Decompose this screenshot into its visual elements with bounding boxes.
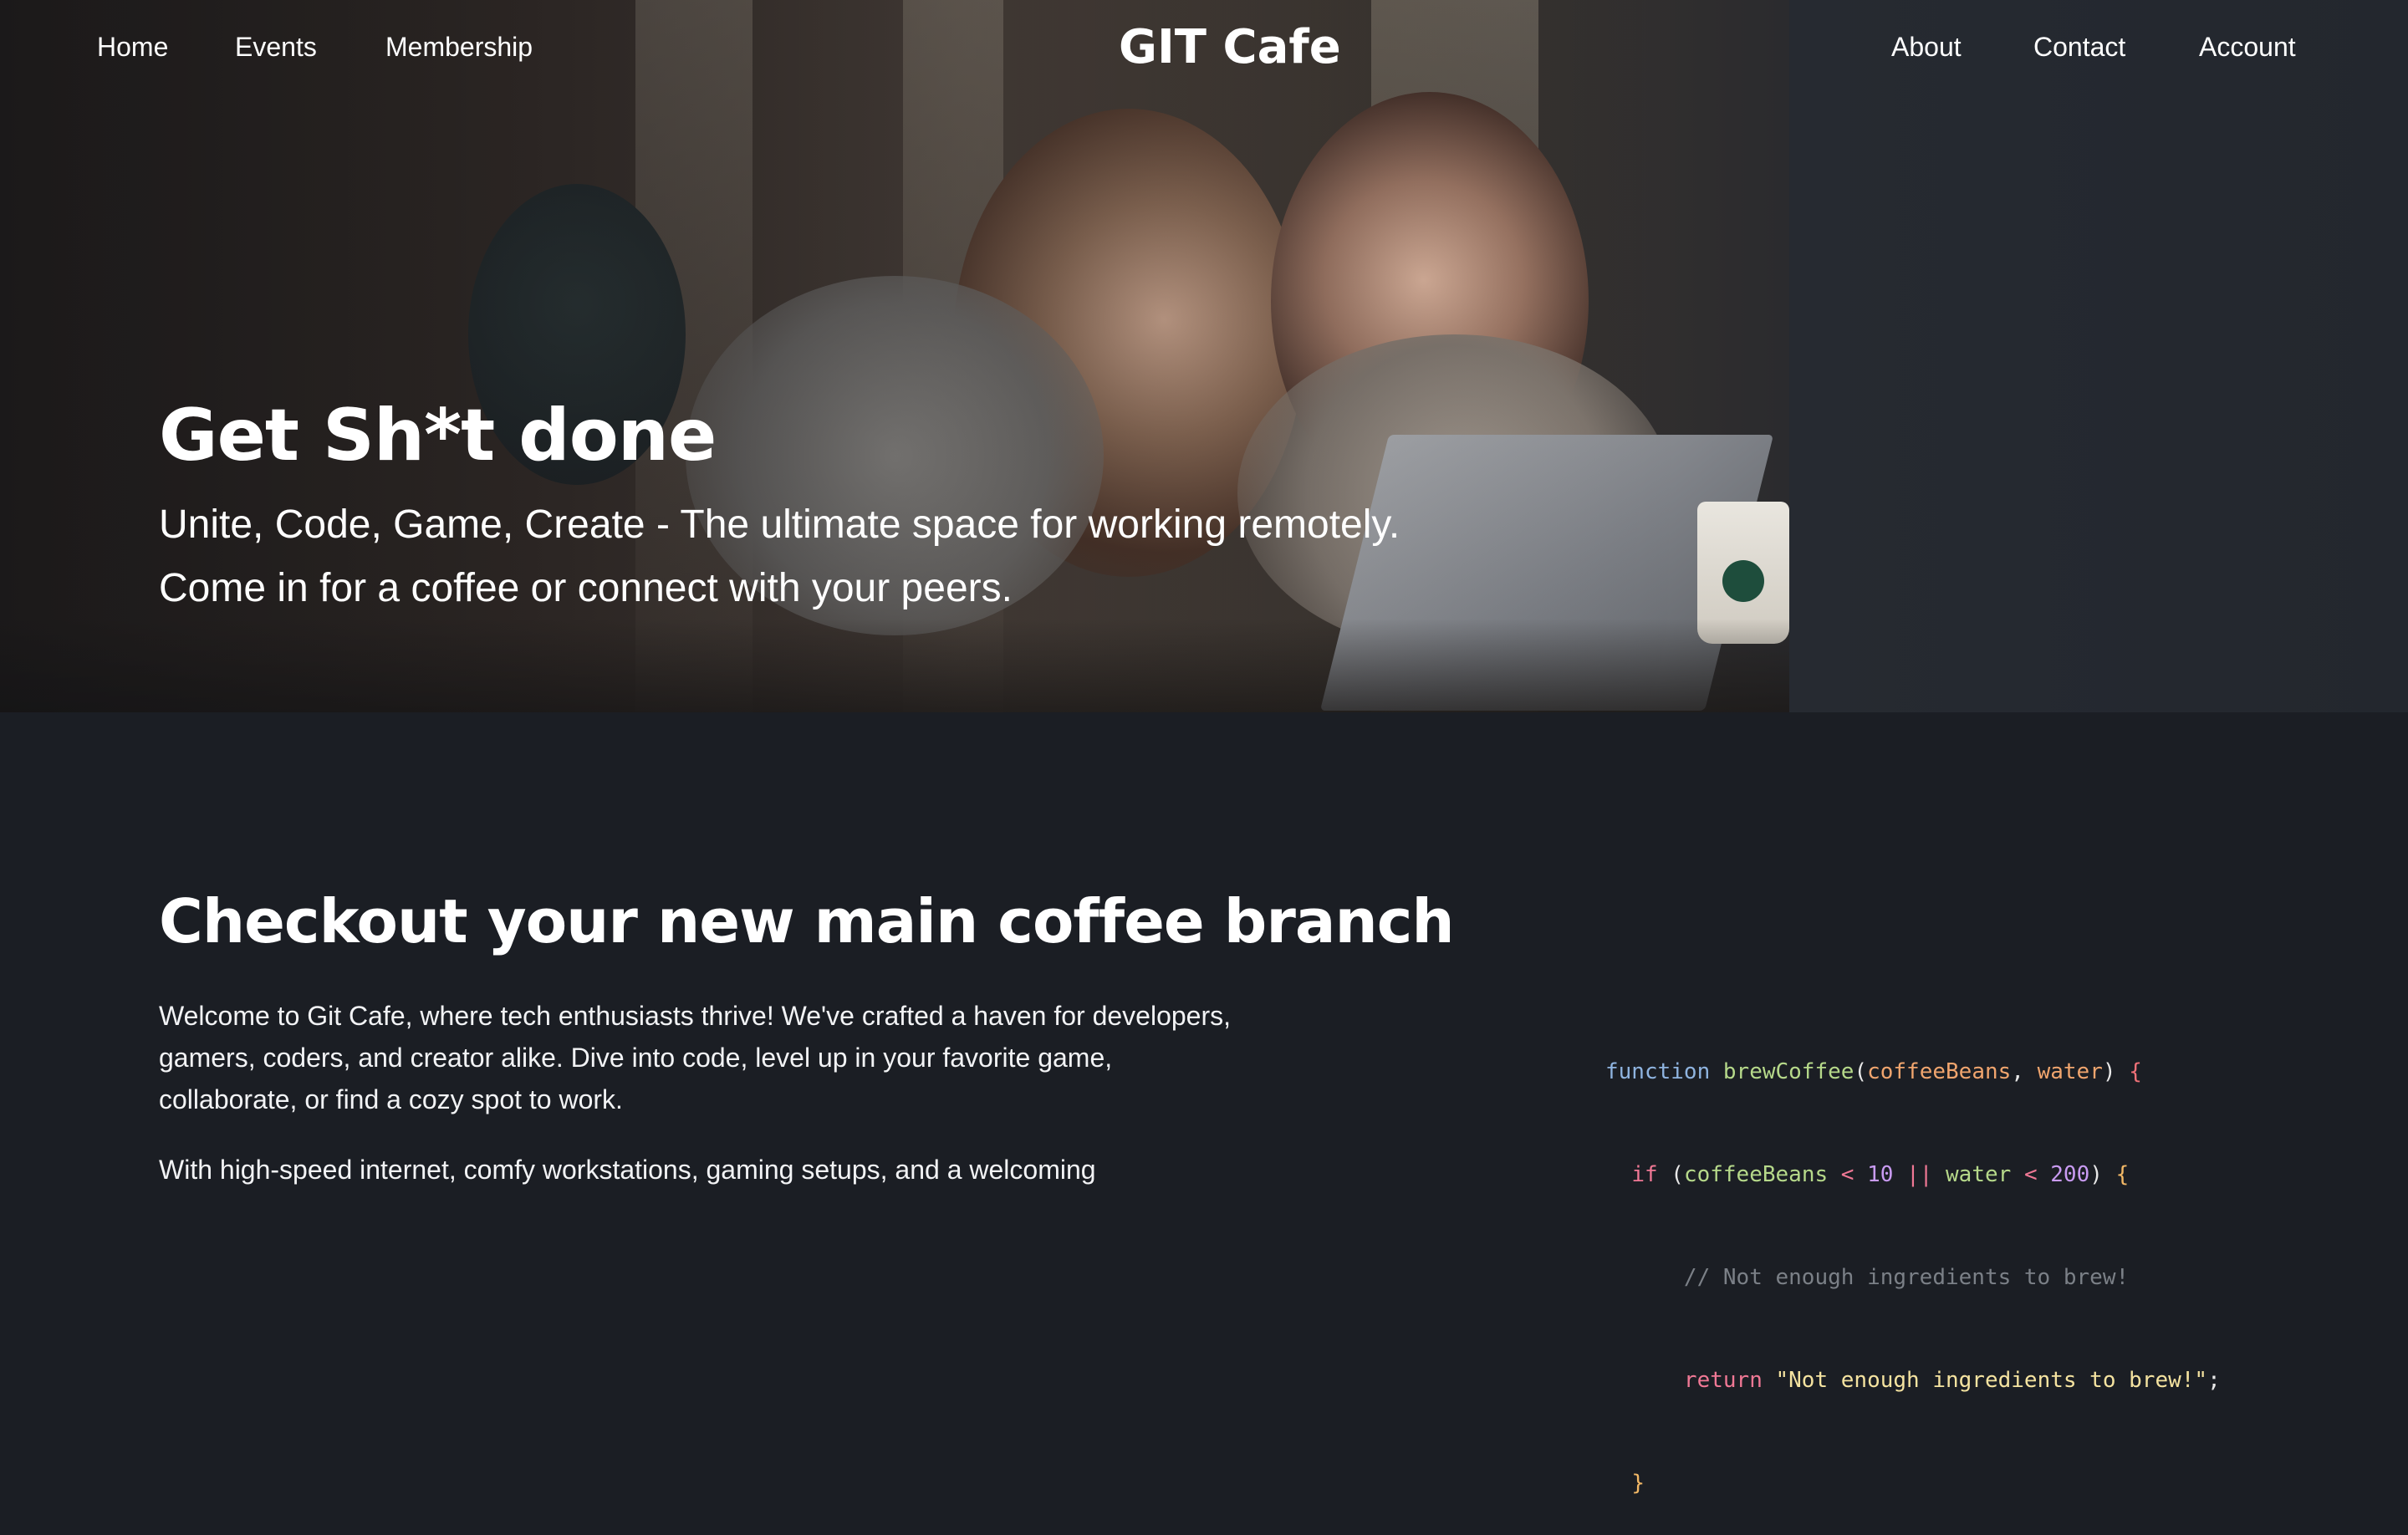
- code-line-2: if (coffeeBeans < 10 || water < 200) {: [1631, 1162, 2130, 1187]
- code-keyword: function: [1605, 1059, 1711, 1084]
- code-line-3: // Not enough ingredients to brew!: [1605, 1261, 2221, 1295]
- hero-subtitle: Unite, Code, Game, Create - The ultimate…: [159, 493, 1400, 620]
- nav-link-account[interactable]: Account: [2199, 30, 2296, 64]
- nav-link-home[interactable]: Home: [97, 30, 168, 64]
- second-paragraph: With high-speed internet, comfy workstat…: [159, 1149, 1096, 1191]
- nav-link-membership[interactable]: Membership: [385, 30, 533, 64]
- code-param: water: [1946, 1162, 2012, 1187]
- nav-link-about[interactable]: About: [1891, 30, 1962, 64]
- top-navigation: Home Events Membership GIT Cafe About Co…: [0, 0, 2408, 94]
- code-param: water: [2037, 1059, 2103, 1084]
- code-param: coffeeBeans: [1867, 1059, 2012, 1084]
- code-line-5: }: [1605, 1466, 2221, 1501]
- code-operator: <: [1840, 1162, 1854, 1187]
- paragraph-line: Welcome to Git Cafe, where tech enthusia…: [159, 1001, 1231, 1031]
- section-title: Checkout your new main coffee branch: [159, 886, 1455, 956]
- code-number: 10: [1867, 1162, 1894, 1187]
- paragraph-line: collaborate, or find a cozy spot to work…: [159, 1084, 623, 1114]
- code-line-1: function brewCoffee(coffeeBeans, water) …: [1605, 1059, 2142, 1084]
- hero-subtitle-line: Unite, Code, Game, Create - The ultimate…: [159, 502, 1400, 547]
- paragraph-line: With high-speed internet, comfy workstat…: [159, 1155, 1096, 1185]
- code-operator: <: [2023, 1162, 2038, 1187]
- code-snippet: function brewCoffee(coffeeBeans, water) …: [1605, 987, 2221, 1535]
- code-string: "Not enough ingredients to brew!": [1775, 1368, 2208, 1393]
- hero-subtitle-line: Come in for a coffee or connect with you…: [159, 566, 1013, 610]
- code-keyword: return: [1683, 1368, 1763, 1393]
- nav-link-events[interactable]: Events: [235, 30, 317, 64]
- code-line-4: return "Not enough ingredients to brew!"…: [1683, 1368, 2221, 1393]
- brand-logo[interactable]: GIT Cafe: [1119, 18, 1341, 77]
- intro-paragraph: Welcome to Git Cafe, where tech enthusia…: [159, 995, 1231, 1120]
- code-param: coffeeBeans: [1683, 1162, 1829, 1187]
- code-brace: }: [1631, 1471, 1645, 1496]
- code-keyword: if: [1631, 1162, 1658, 1187]
- hero-title: Get Sh*t done: [159, 394, 717, 477]
- code-operator: ||: [1906, 1162, 1933, 1187]
- code-function-name: brewCoffee: [1722, 1059, 1854, 1084]
- nav-link-contact[interactable]: Contact: [2033, 30, 2125, 64]
- code-comment: // Not enough ingredients to brew!: [1683, 1265, 2130, 1290]
- code-number: 200: [2050, 1162, 2090, 1187]
- paragraph-line: gamers, coders, and creator alike. Dive …: [159, 1043, 1113, 1073]
